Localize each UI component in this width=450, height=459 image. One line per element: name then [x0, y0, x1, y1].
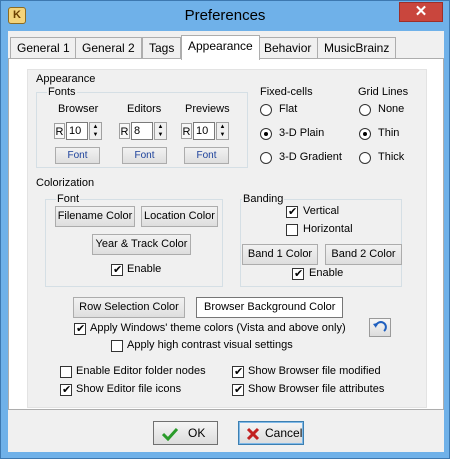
browser-background-color-tooltip: Browser Background Color	[196, 297, 344, 318]
grid-lines-thick-radio[interactable]	[359, 152, 371, 164]
previews-font-size-input[interactable]: 10	[193, 122, 215, 140]
title-bar[interactable]: Preferences ✕	[1, 1, 449, 31]
tab-general-2[interactable]: General 2	[75, 37, 142, 58]
banding-vertical-checkbox[interactable]	[286, 205, 298, 218]
cancel-label: Cancel	[265, 426, 303, 440]
fixed-cells-flat-radio[interactable]	[260, 104, 272, 116]
colorization-title: Colorization	[36, 177, 95, 189]
tab-behavior[interactable]: Behavior	[257, 37, 319, 58]
apply-windows-theme-checkbox[interactable]	[74, 322, 86, 335]
row-selection-color-button[interactable]: Row Selection Color	[73, 297, 185, 318]
font-color-title: Font	[56, 193, 81, 205]
browser-font-size-input[interactable]: 10	[66, 122, 88, 140]
fixed-cells-3d-plain-radio[interactable]	[260, 128, 272, 140]
year-track-color-button[interactable]: Year & Track Color	[92, 234, 191, 255]
previews-font-button[interactable]: Font	[184, 147, 229, 164]
band-1-color-button[interactable]: Band 1 Color	[242, 244, 318, 265]
cancel-button[interactable]: Cancel	[238, 421, 304, 445]
apply-high-contrast-label: Apply high contrast visual settings	[127, 339, 293, 351]
banding-horizontal-label: Horizontal	[303, 223, 353, 235]
grid-lines-thin-label: Thin	[378, 127, 400, 139]
enable-editor-folder-nodes-label: Enable Editor folder nodes	[76, 365, 206, 377]
previews-r-button[interactable]: R	[181, 123, 192, 139]
tab-musicbrainz[interactable]: MusicBrainz	[317, 37, 397, 58]
dialog-client: General 1 General 2 Tags Appearance Beha…	[8, 31, 444, 452]
tab-strip: General 1 General 2 Tags Appearance Beha…	[8, 35, 444, 60]
fixed-cells-3d-gradient-radio[interactable]	[260, 152, 272, 164]
editors-font-size-input[interactable]: 8	[131, 122, 153, 140]
appearance-panel: Appearance Fonts Browser Editors Preview…	[8, 58, 444, 410]
banding-vertical-label: Vertical	[303, 205, 340, 217]
browser-font-size-spinner[interactable]: ▲ ▼	[89, 122, 102, 140]
filename-color-button[interactable]: Filename Color	[55, 206, 135, 227]
undo-arrow-icon	[373, 321, 387, 332]
close-button[interactable]: ✕	[399, 2, 443, 22]
banding-horizontal-checkbox[interactable]	[286, 224, 298, 236]
show-editor-file-icons-checkbox[interactable]	[60, 383, 72, 396]
previews-font-label: Previews	[185, 103, 230, 115]
show-browser-file-modified-label: Show Browser file modified	[248, 365, 381, 377]
band-2-color-button[interactable]: Band 2 Color	[325, 244, 402, 265]
editors-font-size-spinner[interactable]: ▲ ▼	[154, 122, 167, 140]
x-icon	[246, 427, 260, 441]
show-browser-file-attributes-checkbox[interactable]	[232, 383, 244, 396]
check-icon	[162, 427, 178, 441]
fonts-title: Fonts	[47, 86, 77, 98]
window-title: Preferences	[184, 7, 266, 24]
tab-general-1[interactable]: General 1	[10, 37, 77, 58]
fixed-cells-3d-plain-label: 3-D Plain	[279, 127, 325, 139]
tab-appearance[interactable]: Appearance	[181, 35, 260, 60]
grid-lines-title: Grid Lines	[358, 86, 409, 98]
ok-label: OK	[188, 426, 206, 440]
browser-r-button[interactable]: R	[54, 123, 65, 139]
editors-r-button[interactable]: R	[119, 123, 130, 139]
tab-tags[interactable]: Tags	[142, 37, 182, 58]
preferences-window: Preferences ✕ General 1 General 2 Tags A…	[0, 0, 450, 459]
fixed-cells-flat-label: Flat	[279, 103, 298, 115]
grid-lines-thick-label: Thick	[378, 151, 405, 163]
previews-font-size-spinner[interactable]: ▲ ▼	[216, 122, 229, 140]
browser-font-button[interactable]: Font	[55, 147, 100, 164]
show-editor-file-icons-label: Show Editor file icons	[76, 383, 182, 395]
location-color-button[interactable]: Location Color	[141, 206, 218, 227]
ok-button[interactable]: OK	[153, 421, 218, 445]
appearance-section-title: Appearance	[36, 73, 96, 85]
grid-lines-none-label: None	[378, 103, 405, 115]
show-browser-file-attributes-label: Show Browser file attributes	[248, 383, 385, 395]
reset-colors-icon[interactable]	[369, 318, 391, 337]
enable-editor-folder-nodes-checkbox[interactable]	[60, 366, 72, 378]
font-color-enable-label: Enable	[127, 263, 162, 275]
grid-lines-thin-radio[interactable]	[359, 128, 371, 140]
apply-windows-theme-label: Apply Windows' theme colors (Vista and a…	[90, 322, 346, 334]
apply-high-contrast-checkbox[interactable]	[111, 340, 123, 352]
grid-lines-none-radio[interactable]	[359, 104, 371, 116]
browser-font-label: Browser	[58, 103, 99, 115]
banding-title: Banding	[242, 193, 285, 205]
show-browser-file-modified-checkbox[interactable]	[232, 365, 244, 378]
fixed-cells-3d-gradient-label: 3-D Gradient	[279, 151, 342, 163]
fixed-cells-title: Fixed-cells	[260, 86, 313, 98]
editors-font-button[interactable]: Font	[122, 147, 167, 164]
editors-font-label: Editors	[127, 103, 162, 115]
banding-enable-checkbox[interactable]	[292, 267, 304, 280]
font-color-enable-checkbox[interactable]	[111, 263, 123, 276]
banding-enable-label: Enable	[309, 267, 344, 279]
appearance-inner: Appearance Fonts Browser Editors Preview…	[27, 69, 427, 408]
